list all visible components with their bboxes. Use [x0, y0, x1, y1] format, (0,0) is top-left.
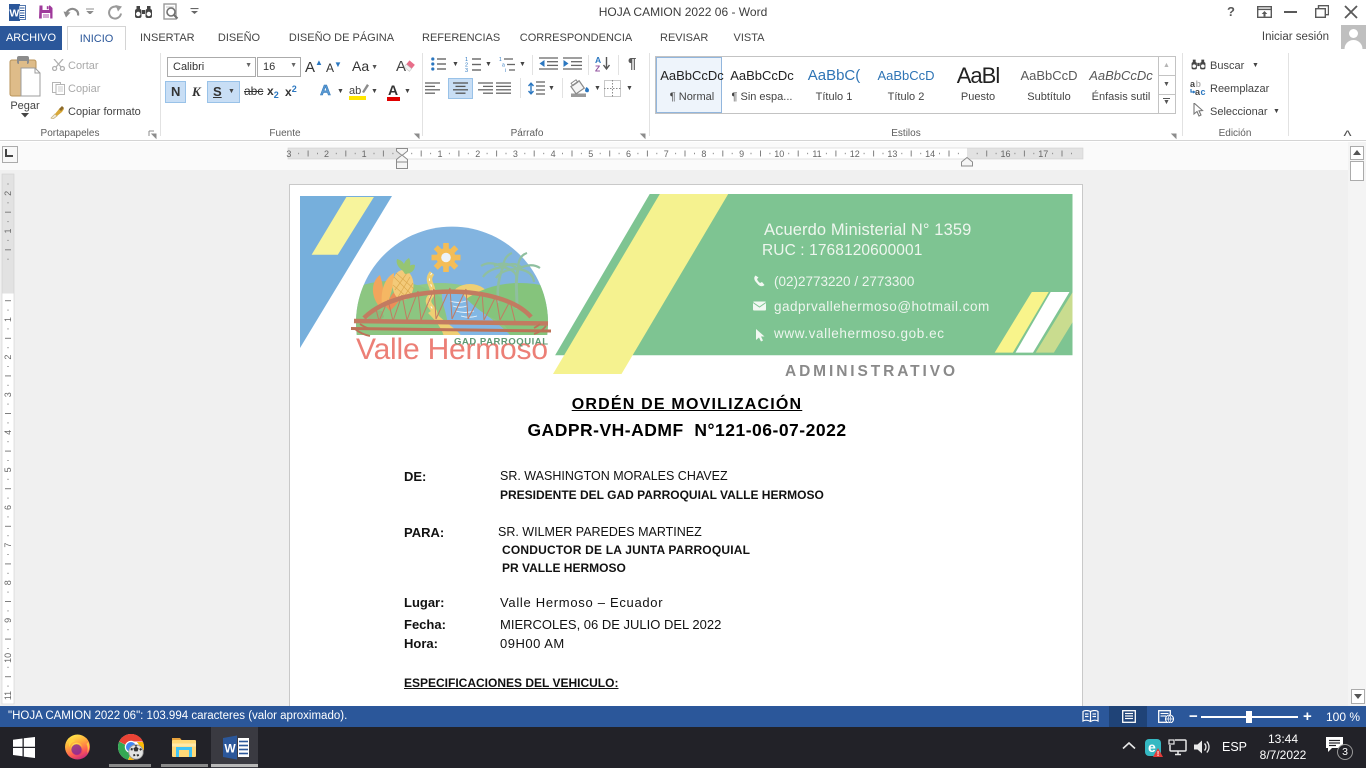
svg-text:3: 3 [286, 149, 291, 159]
svg-text:!: ! [1157, 751, 1159, 757]
svg-text:8: 8 [701, 149, 706, 159]
svg-text:6: 6 [626, 149, 631, 159]
svg-text:11: 11 [812, 149, 821, 159]
svg-text:4: 4 [3, 430, 13, 435]
svg-text:3: 3 [513, 149, 518, 159]
svg-text:17: 17 [1038, 149, 1048, 159]
svg-text:GAD PARROQUIAL: GAD PARROQUIAL [454, 337, 548, 348]
svg-text:1: 1 [362, 149, 367, 159]
svg-text:6: 6 [3, 505, 13, 510]
svg-text:2: 2 [475, 149, 480, 159]
svg-text:10: 10 [774, 149, 784, 159]
svg-text:9: 9 [739, 149, 744, 159]
svg-text:3: 3 [3, 392, 13, 397]
svg-text:2: 2 [3, 355, 13, 360]
svg-text:W: W [224, 742, 236, 756]
svg-text:2: 2 [324, 149, 329, 159]
svg-text:9: 9 [3, 618, 13, 623]
svg-text:4: 4 [551, 149, 556, 159]
svg-text:7: 7 [3, 543, 13, 548]
svg-text:12: 12 [850, 149, 860, 159]
svg-text:1: 1 [3, 228, 13, 233]
svg-text:10: 10 [3, 653, 13, 663]
svg-text:16: 16 [1000, 149, 1010, 159]
svg-text:2: 2 [3, 191, 13, 196]
svg-text:5: 5 [588, 149, 593, 159]
svg-text:c: c [1201, 87, 1206, 95]
svg-text:1: 1 [437, 149, 442, 159]
svg-text:7: 7 [664, 149, 669, 159]
svg-text:5: 5 [3, 467, 13, 472]
svg-text:11: 11 [3, 691, 13, 700]
svg-text:13: 13 [887, 149, 897, 159]
svg-text:8: 8 [3, 580, 13, 585]
svg-text:14: 14 [925, 149, 935, 159]
svg-text:1: 1 [3, 317, 13, 322]
